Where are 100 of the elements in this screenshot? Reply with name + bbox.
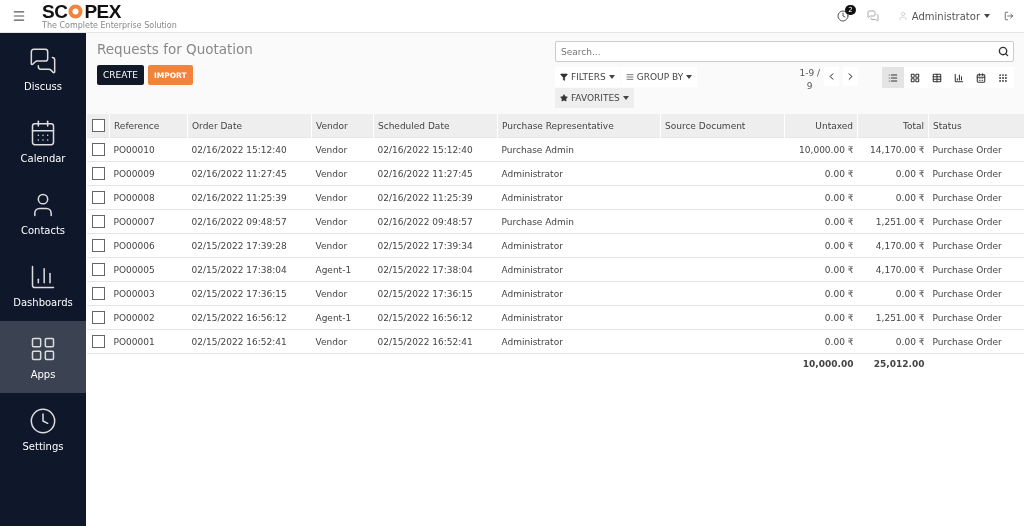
table-cell: 02/15/2022 16:56:12 [373,305,498,330]
activity-icon[interactable] [836,10,849,22]
row-checkbox[interactable] [91,263,105,276]
table-cell: Purchase Order [928,209,1024,234]
table-cell: PO00001 [109,329,188,354]
table-cell: PO00010 [109,137,188,162]
list-icon [888,72,898,83]
filter-dropdown[interactable]: FILTERS [555,67,620,87]
table-cell: 4,170.00 ₹ [857,257,929,282]
logo-text: SC [42,2,68,21]
logout-icon[interactable] [1004,11,1014,21]
sidebar-label: Settings [22,440,64,452]
table-cell: 0.00 ₹ [784,305,858,330]
table-cell: 0.00 ₹ [857,281,929,306]
sidebar-item[interactable]: Calendar [0,105,86,177]
sidebar-item[interactable]: Settings [0,393,86,465]
sidebar-item[interactable]: Contacts [0,177,86,249]
sidebar-item[interactable]: Dashboards [0,249,86,321]
table-cell: Purchase Order [928,281,1024,306]
row-checkbox[interactable] [91,239,105,252]
table-cell: 0.00 ₹ [857,185,929,210]
row-checkbox[interactable] [91,143,105,156]
column-header[interactable]: Order Date [187,114,312,138]
table-cell: 02/15/2022 17:36:15 [373,281,498,306]
sidebar-label: Calendar [20,152,66,164]
row-checkbox[interactable] [91,311,105,324]
table-cell: Vendor [311,233,374,258]
row-checkbox[interactable] [91,167,105,180]
table-cell: PO00007 [109,209,188,234]
sidebar-item[interactable]: Apps [0,321,86,393]
table-cell: PO00002 [109,305,188,330]
table-cell: Administrator [497,329,661,354]
untaxed-total: 10,000.00 [784,353,858,374]
row-checkbox[interactable] [91,335,105,348]
row-checkbox[interactable] [91,191,105,204]
sidebar-item[interactable]: Discuss [0,33,86,105]
column-header[interactable]: Untaxed [784,114,858,138]
kanban-view-button[interactable] [904,67,926,88]
table-cell: 0.00 ₹ [857,161,929,186]
create-button[interactable]: CREATE [97,65,144,85]
table-cell: 02/16/2022 11:27:45 [187,161,312,186]
table-cell: 02/16/2022 11:25:39 [373,185,498,210]
table-cell: PO00005 [109,257,188,282]
avatar-icon [897,11,908,21]
filter-dropdown[interactable]: FAVORITES [555,88,634,108]
bar-chart-icon [954,72,964,83]
user-menu[interactable]: Administrator [897,10,990,22]
search-icon[interactable] [998,46,1009,57]
table-cell: Vendor [311,281,374,306]
calendar-icon [29,118,57,147]
menu-icon[interactable] [12,9,26,23]
column-header[interactable]: Total [857,114,929,138]
table-cell: 0.00 ₹ [784,257,858,282]
filter-dropdown[interactable]: GROUP BY [620,67,698,87]
column-header[interactable]: Status [928,114,1024,138]
table-cell: 02/16/2022 09:48:57 [373,209,498,234]
table-cell: 0.00 ₹ [784,209,858,234]
table-cell: PO00009 [109,161,188,186]
table-cell: 02/15/2022 17:36:15 [187,281,312,306]
table-cell: Agent-1 [311,257,374,282]
table-cell: Agent-1 [311,305,374,330]
table-cell: 0.00 ₹ [857,329,929,354]
table-cell: Vendor [311,137,374,162]
filter-icon [560,73,568,81]
column-header[interactable]: Vendor [311,114,374,138]
sidebar-label: Dashboards [13,296,73,308]
grid-view-button[interactable] [992,67,1014,88]
column-header[interactable]: Scheduled Date [373,114,498,138]
table-cell: Purchase Order [928,185,1024,210]
search-field[interactable]: Search... [555,41,1014,62]
table-cell: 0.00 ₹ [784,281,858,306]
row-checkbox[interactable] [91,215,105,228]
table-cell: Purchase Order [928,257,1024,282]
logo-tagline: The Complete Enterprise Solution [42,20,177,30]
table-cell: PO00006 [109,233,188,258]
table-cell: 02/15/2022 17:39:28 [187,233,312,258]
table-cell: Administrator [497,305,661,330]
table-icon [932,72,942,83]
calendar-icon [976,72,986,83]
select-all-checkbox[interactable] [91,119,105,132]
table-cell: 0.00 ₹ [784,329,858,354]
table-cell: Vendor [311,209,374,234]
column-header[interactable]: Source Document [660,114,785,138]
page-title: Requests for Quotation [97,41,253,57]
row-checkbox[interactable] [91,287,105,300]
table-cell: Administrator [497,233,661,258]
table-cell: 02/15/2022 17:39:34 [373,233,498,258]
table-cell: Purchase Order [928,137,1024,162]
column-header[interactable]: Purchase Representative [497,114,661,138]
table-cell: 0.00 ₹ [784,233,858,258]
table-cell: Vendor [311,329,374,354]
sidebar-label: Contacts [20,224,66,236]
caret-icon [686,75,693,79]
table-cell: 02/15/2022 16:52:41 [187,329,312,354]
clock-icon [29,406,57,435]
sidebar-label: Apps [30,368,56,380]
grand-total: 25,012.00 [857,353,929,374]
table-cell: Purchase Order [928,329,1024,354]
column-header[interactable]: Reference [109,114,188,138]
logo-icon [67,4,85,19]
